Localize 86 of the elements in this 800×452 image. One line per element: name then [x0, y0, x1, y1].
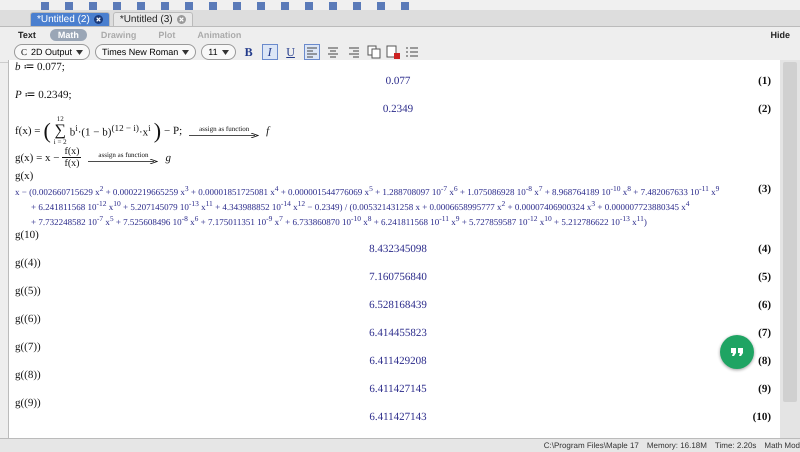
math-input[interactable]: g(10) [15, 228, 39, 242]
math-input[interactable]: g((7)) [15, 340, 41, 354]
mode-icon: C [21, 47, 28, 57]
equation-label: (3) [758, 183, 771, 195]
status-text: Time: 2.20s [714, 441, 756, 450]
quote-icon [730, 347, 744, 357]
math-output: + 7.732248582 10$^{-7}$ x$^{5}$ + 7.525608496 10$^{-8}$ x$^{6}$ + 7.175011351 10$^{-9}$ x$^{7}$ + 6.733860870 10$^{-10}$ x$^{8}$ + 6.241811568 10$^{-11}$ x$^{9}$ + 5.727859587 10$^{-12}$ x$^{10}$ + 5.212786622 10$^{-13}$ x$^{11}$) [30, 213, 647, 228]
math-output: 0.077 [386, 75, 410, 87]
math-input[interactable]: g((8)) [15, 368, 41, 382]
toolbar-icon[interactable] [136, 2, 146, 10]
context-tab[interactable]: Text [10, 28, 44, 40]
toolbar-icon[interactable] [40, 2, 50, 10]
equation-label: (10) [752, 411, 771, 423]
output-mode-dropdown[interactable]: C 2D Output [14, 44, 90, 60]
math-output: x − (0.002660715629 x$^{2}$ + 0.0002219665259 x$^{3}$ + 0.00001851725081 x$^{4}$ + 0.000001544776069 x$^{5}$ + 1.288708097 10$^{-7}$ x$^{6}$ + 1.075086928 10$^{-8}$ x$^{7}$ + 8.968764189 10$^{-10}$ x$^{8}$ + 7.482067633 10$^{-11}$ x$^{9}$ [15, 183, 720, 198]
toolbar-icon[interactable] [184, 2, 194, 10]
sum-sign: ∑ [54, 123, 66, 139]
caret-icon [76, 50, 84, 54]
math-output: + 6.241811568 10$^{-12}$ x$^{10}$ + 5.207145079 10$^{-13}$ x$^{11}$ + 4.343988852 10$^{-14}$ x$^{12}$ − 0.2349) / (0.005321431258 x + 0.0006658995777 x$^{2}$ + 0.00007406900324 x$^{3}$ + 0.000007723880345 x$^{4}$ [30, 198, 690, 213]
equation-label: (1) [758, 75, 771, 87]
math-input[interactable]: g(x) [15, 169, 34, 183]
math-output: 6.411429208 [369, 355, 427, 367]
status-text: Memory: 16.18M [646, 441, 707, 450]
equation-label: (8) [758, 355, 771, 367]
toolbar-icon[interactable] [304, 2, 314, 10]
sum-body: b$^{i}$·(1 − b)$^{(12 − i)}$·x$^{i}$ [70, 123, 151, 139]
parenthesis: ( [43, 118, 51, 144]
equation-label: (6) [758, 299, 771, 311]
hide-button[interactable]: Hide [770, 30, 790, 40]
fraction-denominator: f(x) [64, 158, 80, 169]
equation-label: (7) [758, 327, 771, 339]
document-icon[interactable] [386, 45, 400, 59]
align-button[interactable] [304, 44, 320, 60]
arrow-icon [189, 132, 260, 138]
toolbar-icon[interactable] [280, 2, 290, 10]
equation-label: (9) [758, 383, 771, 395]
math-input[interactable]: f(x) = [15, 125, 40, 137]
document-tab[interactable]: *Untitled (2) [30, 12, 110, 26]
math-input[interactable]: g((9)) [15, 396, 41, 410]
math-output: 0.2349 [382, 103, 414, 115]
math-output: 6.414455823 [369, 327, 427, 339]
parenthesis: ) [154, 118, 162, 144]
close-icon[interactable] [94, 15, 103, 24]
fraction-numerator: f(x) [62, 146, 82, 158]
math-input[interactable]: b ≔ 0.077; [15, 60, 65, 74]
math-output: f [266, 125, 270, 137]
math-input[interactable]: g((5)) [15, 284, 41, 298]
toolbar-icon[interactable] [112, 2, 122, 10]
caret-icon [222, 50, 229, 54]
font-size-dropdown[interactable]: 11 [201, 44, 236, 60]
list-icon[interactable] [404, 45, 419, 59]
math-input[interactable]: − P; [164, 125, 182, 137]
math-output: 6.528168439 [369, 299, 427, 311]
equation-label: (5) [758, 271, 771, 283]
math-output: g [165, 152, 171, 164]
bold-button[interactable]: B [240, 44, 257, 60]
font-dropdown[interactable]: Times New Roman [95, 44, 196, 60]
scrollbar[interactable] [780, 60, 800, 438]
toolbar-icon[interactable] [160, 2, 170, 10]
underline-button[interactable]: U [282, 44, 299, 60]
math-input[interactable]: g((4)) [15, 256, 41, 270]
math-output: 6.411427145 [369, 383, 427, 395]
math-input[interactable]: g(x) = x − [15, 152, 60, 164]
document-tab[interactable]: *Untitled (3) [112, 12, 193, 26]
toolbar-icon[interactable] [232, 2, 242, 10]
toolbar-icon[interactable] [64, 2, 74, 10]
math-output: 8.432345098 [369, 243, 427, 255]
toolbar-icon[interactable] [88, 2, 98, 10]
status-text: Math Mod [764, 441, 800, 450]
math-input[interactable]: P ≔ 0.2349; [15, 88, 72, 102]
toolbar-icon[interactable] [328, 2, 338, 10]
math-output: 7.160756840 [369, 271, 427, 283]
italic-button[interactable]: I [262, 44, 278, 60]
copy-icon[interactable] [366, 45, 381, 59]
math-input[interactable]: g((6)) [15, 312, 41, 326]
toolbar-icon[interactable] [400, 2, 410, 10]
arrow-icon [88, 159, 158, 164]
toolbar-icon[interactable] [208, 2, 218, 10]
equation-label: (4) [758, 243, 771, 255]
toolbar-icon[interactable] [256, 2, 266, 10]
equation-label: (2) [758, 103, 771, 115]
toolbar-icon[interactable] [352, 2, 362, 10]
caret-icon [182, 50, 190, 54]
toolbar-icon[interactable] [376, 2, 386, 10]
status-text: C:\Program Files\Maple 17 [544, 441, 639, 450]
math-output: 6.411427143 [369, 411, 427, 423]
